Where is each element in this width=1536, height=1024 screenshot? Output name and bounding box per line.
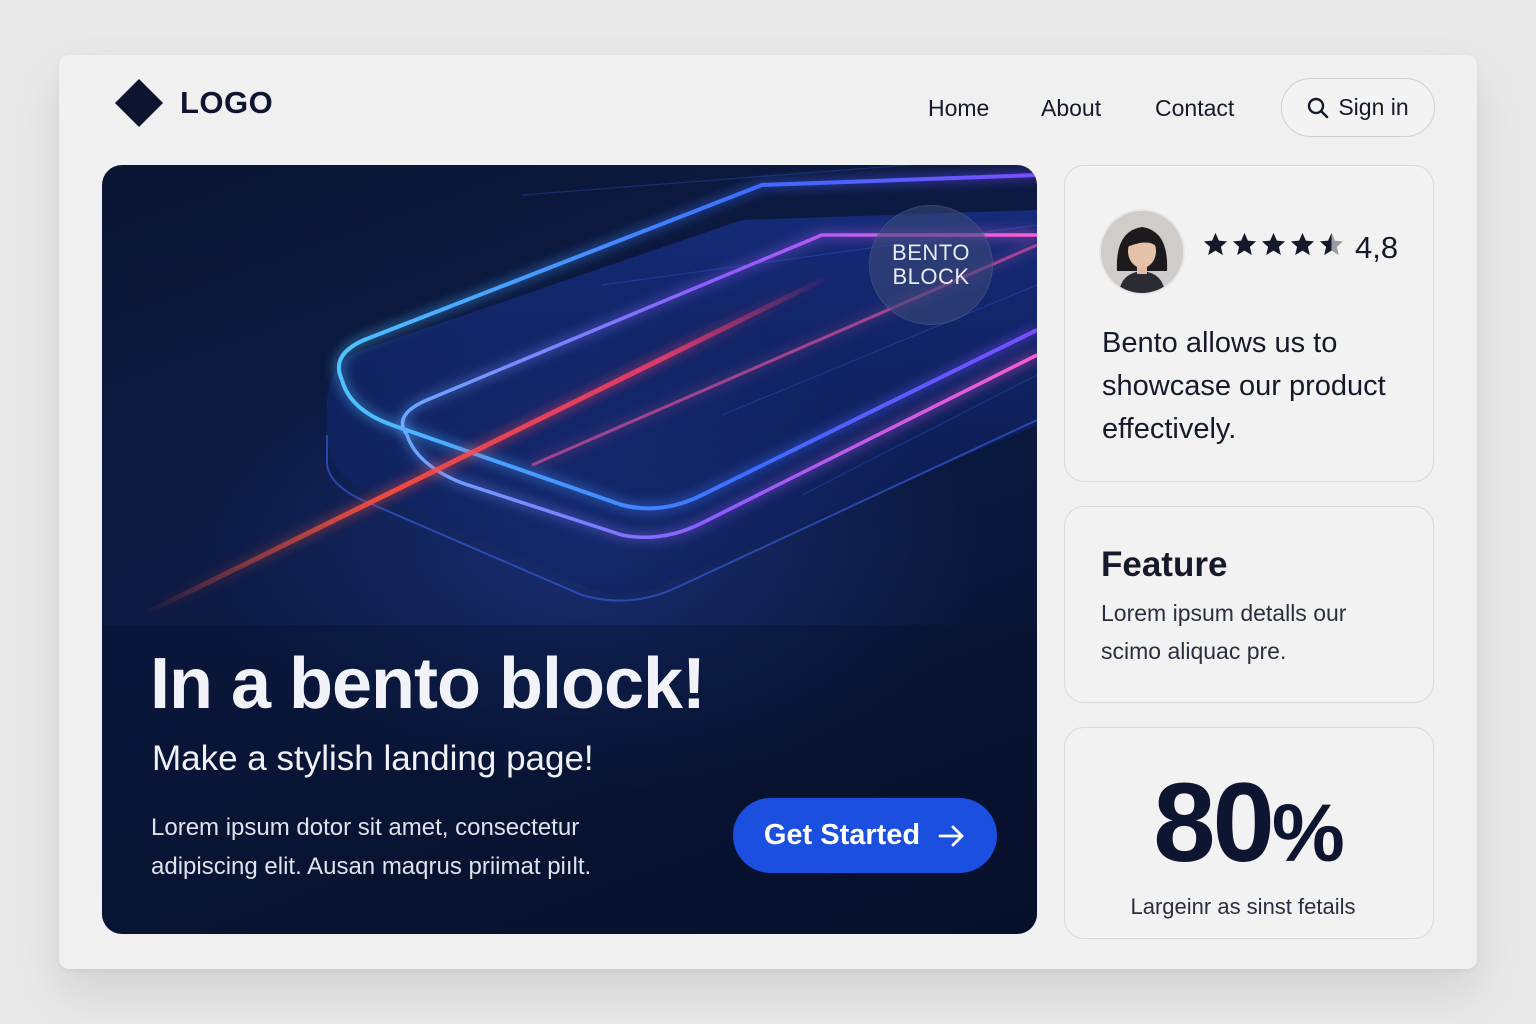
stat-label: Largeinr as sinst fetails <box>1130 894 1356 919</box>
landing-page: LOGO Home About Contact Sign in BENTO BL… <box>59 55 1477 969</box>
star-icon <box>1290 232 1315 256</box>
star-icon <box>1319 232 1344 256</box>
bento-block-badge: BENTO BLOCK <box>869 205 993 325</box>
hero-description: Lorem ipsum dotor sit amet, consectetur … <box>151 814 592 880</box>
badge-line-2: BLOCK <box>892 264 970 289</box>
star-icon <box>1203 232 1228 256</box>
hero-subtitle: Make a stylish landing page! <box>152 739 594 778</box>
get-started-label: Get Started <box>763 819 921 851</box>
feature-title: Feature <box>1101 545 1228 584</box>
avatar <box>1101 211 1183 293</box>
sign-in-button[interactable]: Sign in <box>1281 78 1435 137</box>
star-rating <box>1202 231 1345 258</box>
diamond-logo-icon <box>114 78 164 128</box>
feature-card: Feature Lorem ipsum detalls our scimo al… <box>1064 506 1434 703</box>
review-card: 4,8 Bento allows us to showcase our prod… <box>1064 165 1434 482</box>
logo-text: LOGO <box>180 85 274 120</box>
badge-line-1: BENTO <box>892 240 970 265</box>
hero-title: In a bento block! <box>150 644 706 724</box>
star-icon <box>1261 232 1286 256</box>
search-icon <box>1308 97 1329 118</box>
sign-in-label: Sign in <box>1338 94 1409 120</box>
hero-block: BENTO BLOCK In a bento block! Make a sty… <box>102 165 1037 934</box>
stat-unit: % <box>1271 788 1345 879</box>
logo[interactable]: LOGO <box>114 78 274 128</box>
nav-about[interactable]: About <box>1041 95 1101 122</box>
arrow-right-icon <box>938 825 964 846</box>
feature-text: Lorem ipsum detalls our scimo aliquac pr… <box>1101 600 1347 664</box>
testimonial-quote: Bento allows us to showcase our product … <box>1102 327 1386 445</box>
rating-value: 4,8 <box>1355 230 1399 265</box>
star-icon <box>1232 232 1257 256</box>
stat-card: 80% Largeinr as sinst fetails <box>1064 727 1434 939</box>
nav-contact[interactable]: Contact <box>1155 95 1234 122</box>
stat-value: 80% <box>1065 758 1433 887</box>
stat-number: 80 <box>1153 760 1275 885</box>
get-started-button[interactable]: Get Started <box>733 798 997 873</box>
nav-home[interactable]: Home <box>928 95 989 122</box>
